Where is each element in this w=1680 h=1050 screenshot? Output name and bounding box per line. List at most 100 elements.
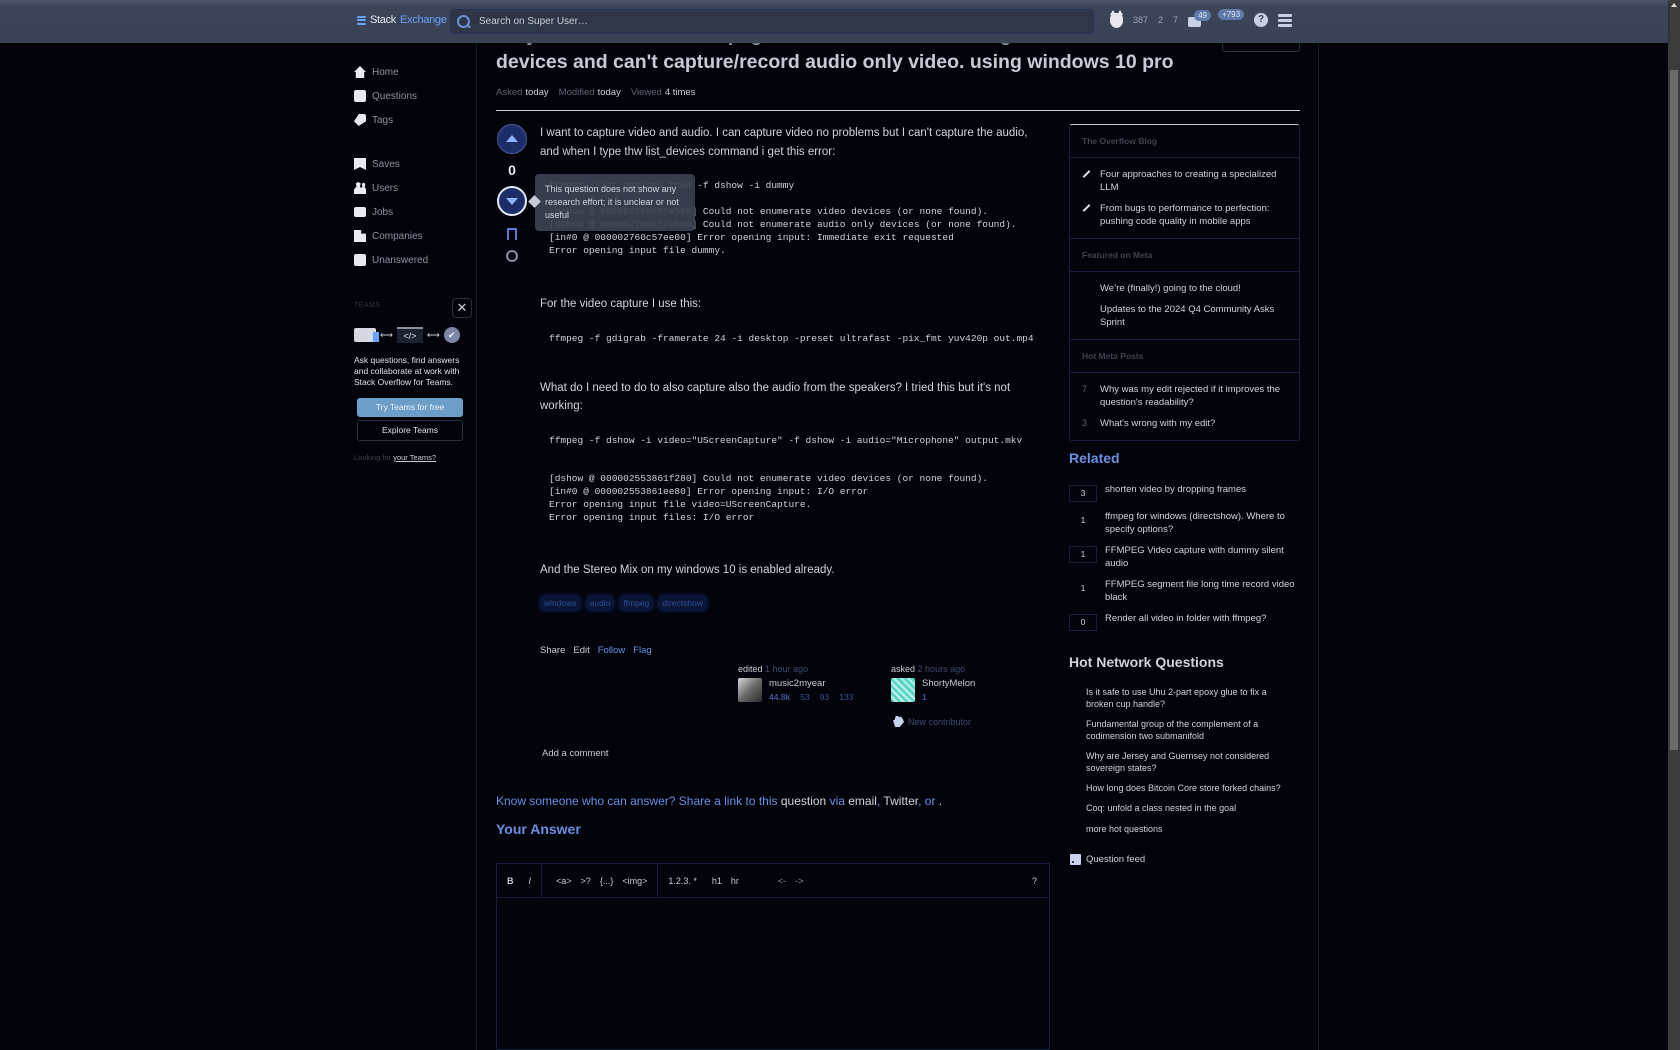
hot-network-item[interactable]: Coq: unfold a class nested in the goal — [1086, 802, 1296, 814]
bold-button[interactable]: B — [507, 876, 514, 886]
related-item[interactable]: 3 shorten video by dropping frames — [1069, 483, 1300, 502]
hot-network-item[interactable]: Fundamental group of the complement of a… — [1086, 718, 1296, 742]
share-question-link[interactable]: question — [781, 794, 826, 808]
nav-saves[interactable]: Saves — [354, 152, 476, 176]
scrollbar-thumb[interactable] — [1670, 70, 1678, 750]
scroll-up-arrow-icon[interactable] — [1671, 3, 1677, 7]
italic-button[interactable]: I — [529, 876, 532, 886]
related-item[interactable]: 0 Render all video in folder with ffmpeg? — [1069, 612, 1300, 631]
asked-time[interactable]: 2 hours ago — [918, 664, 966, 674]
hot-network-item[interactable]: Why are Jersey and Guernsey not consider… — [1086, 750, 1296, 774]
site-switcher-icon[interactable] — [1278, 13, 1293, 27]
user-avatar[interactable] — [1110, 9, 1123, 28]
code-button[interactable]: {...} — [600, 876, 614, 886]
follow-link[interactable]: Follow — [598, 645, 625, 656]
inbox-button[interactable]: 49 — [1188, 10, 1211, 28]
owner-avatar[interactable] — [891, 678, 915, 702]
related-heading[interactable]: Related — [1069, 450, 1120, 466]
nav-questions[interactable]: Questions — [354, 84, 476, 108]
editor-avatar[interactable] — [738, 678, 762, 702]
related-item[interactable]: 1 FFMPEG segment file long time record vi… — [1069, 578, 1300, 604]
answer-count: 1 — [1080, 583, 1086, 593]
achievements-button[interactable]: +793 — [1218, 9, 1245, 28]
hot-meta-item[interactable]: 3 What's wrong with my edit? — [1070, 413, 1299, 434]
downvote-button[interactable] — [497, 186, 527, 216]
bookmark-icon[interactable] — [507, 228, 517, 241]
your-answer-heading: Your Answer — [496, 821, 581, 837]
tag-audio[interactable]: audio — [585, 595, 615, 611]
hot-network-item[interactable]: How long does Bitcoin Core store forked … — [1086, 782, 1296, 794]
hot-network-heading[interactable]: Hot Network Questions — [1069, 654, 1224, 670]
try-teams-button[interactable]: Try Teams for free — [357, 398, 463, 417]
stackexchange-logo[interactable]: Stack Exchange — [357, 14, 447, 26]
users-icon — [354, 182, 366, 194]
share-twitter-link[interactable]: Twitter — [883, 794, 918, 808]
hot-network-list: Is it safe to use Uhu 2-part epoxy glue … — [1086, 686, 1296, 834]
undo-button[interactable]: <- — [778, 876, 786, 886]
search-input[interactable] — [479, 16, 1059, 27]
hot-meta-heading: Hot Meta Posts — [1070, 340, 1299, 373]
upvote-button[interactable] — [497, 124, 527, 154]
link-button[interactable]: <a> — [556, 876, 572, 886]
edit-time[interactable]: 1 hour ago — [765, 664, 808, 674]
modified-info: Modified today — [558, 87, 621, 98]
tag-windows[interactable]: windows — [540, 595, 581, 611]
more-hot-questions-link[interactable]: more hot questions — [1086, 824, 1296, 834]
answer-count: 3 — [1069, 485, 1097, 502]
tag-directshow[interactable]: directshow — [658, 595, 707, 611]
meta-item[interactable]: Updates to the 2024 Q4 Community Asks Sp… — [1070, 299, 1299, 333]
nav-home[interactable]: Home — [354, 60, 476, 84]
related-item[interactable]: 1 FFMPEG Video capture with dummy silent … — [1069, 544, 1300, 570]
nav-unanswered[interactable]: Unanswered — [354, 248, 476, 272]
new-contributor-badge[interactable]: New contributor — [893, 716, 971, 727]
nav-jobs[interactable]: Jobs — [354, 200, 476, 224]
teams-looking: Looking for your Teams? — [354, 453, 437, 462]
editor-help-button[interactable]: ? — [1032, 876, 1049, 886]
close-icon[interactable]: ✕ — [452, 298, 472, 318]
answer-count: 1 — [1069, 546, 1097, 563]
heading-button[interactable]: h1 — [712, 876, 722, 886]
related-item[interactable]: 1 ffmpeg for windows (directshow). Where … — [1069, 510, 1300, 536]
search-box[interactable] — [450, 9, 1094, 34]
help-icon[interactable]: ? — [1254, 13, 1269, 27]
meta-heading: Featured on Meta — [1070, 239, 1299, 272]
owner-name[interactable]: ShortyMelon — [922, 678, 975, 689]
add-comment-link[interactable]: Add a comment — [542, 748, 609, 759]
editor-name[interactable]: music2myear — [769, 678, 853, 689]
code-icon: </> — [396, 327, 423, 343]
answer-textarea[interactable] — [497, 898, 1049, 1048]
hot-network-item[interactable]: Is it safe to use Uhu 2-part epoxy glue … — [1086, 686, 1296, 710]
stackexchange-icon — [357, 15, 366, 25]
edit-link[interactable]: Edit — [573, 645, 589, 656]
top-right-controls: 387 2 7 49 +793 ? — [1110, 9, 1293, 28]
body-paragraph: And the Stereo Mix on my windows 10 is e… — [540, 563, 835, 576]
hot-meta-item[interactable]: 7 Why was my edit rejected if it improves… — [1070, 379, 1299, 413]
history-icon[interactable] — [506, 250, 518, 262]
your-teams-link[interactable]: your Teams? — [393, 453, 436, 462]
blog-item[interactable]: Four approaches to creating a specialize… — [1070, 164, 1299, 198]
blog-heading: The Overflow Blog — [1070, 125, 1299, 158]
share-email-link[interactable]: email — [848, 794, 877, 808]
blockquote-button[interactable]: >? — [581, 876, 591, 886]
list-button[interactable]: 1.2.3. * — [668, 876, 697, 886]
nav-users[interactable]: Users — [354, 176, 476, 200]
image-button[interactable]: <img> — [622, 876, 647, 886]
question-feed-link[interactable]: Question feed — [1070, 854, 1145, 865]
nav-tags[interactable]: Tags — [354, 108, 476, 132]
blog-item[interactable]: From bugs to performance to perfection: … — [1070, 198, 1299, 232]
flag-link[interactable]: Flag — [633, 645, 651, 656]
achievements-count: +793 — [1218, 9, 1245, 20]
redo-button[interactable]: -> — [795, 876, 803, 886]
page-scrollbar[interactable] — [1668, 0, 1680, 1050]
body-paragraph: What do I need to do to also capture als… — [540, 381, 1011, 413]
explore-teams-button[interactable]: Explore Teams — [357, 420, 463, 441]
tag-ffmpeg[interactable]: ffmpeg — [619, 595, 654, 611]
nav-companies[interactable]: Companies — [354, 224, 476, 248]
code-block: [dshow @ 000002553861f280] Could not enu… — [549, 472, 988, 523]
horizontal-rule-button[interactable]: hr — [731, 876, 739, 886]
search-icon — [457, 14, 471, 29]
meta-item[interactable]: We’re (finally!) going to the cloud! — [1070, 278, 1299, 299]
content-right-border — [1318, 43, 1319, 1050]
body-paragraph: For the video capture I use this: — [540, 298, 702, 310]
share-link[interactable]: Share — [540, 645, 565, 656]
